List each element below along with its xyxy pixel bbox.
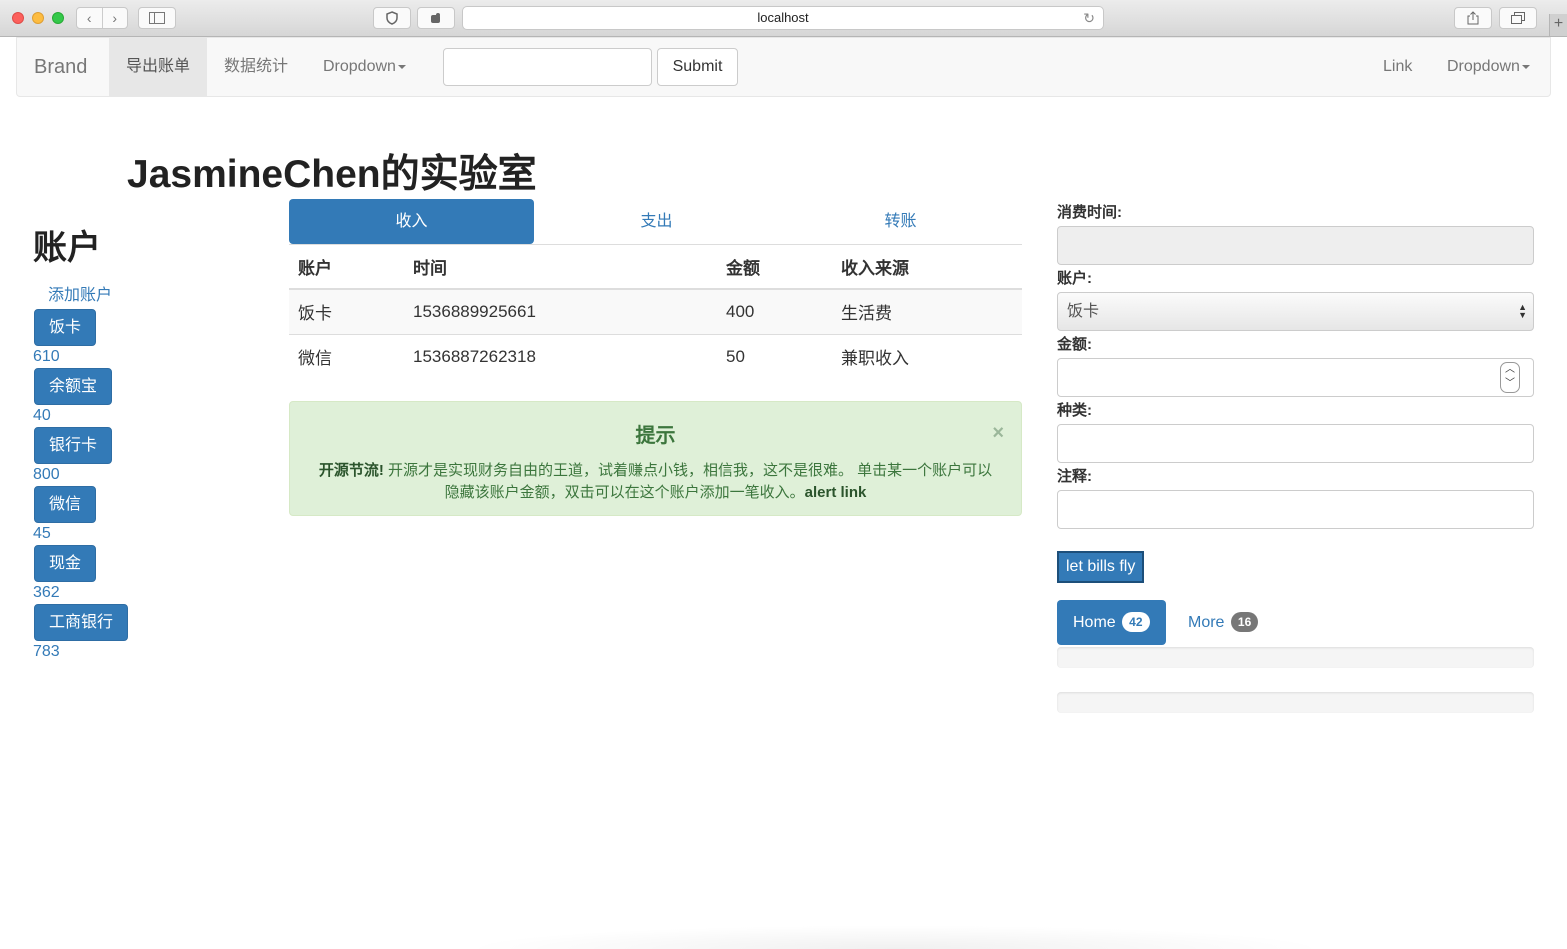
time-label: 消费时间: <box>1057 204 1122 221</box>
tab-expense[interactable]: 支出 <box>534 199 779 244</box>
table-header-row: 账户 时间 金额 收入来源 <box>289 245 1022 290</box>
table-cell: 1536887262318 <box>413 346 536 366</box>
note-field[interactable] <box>1057 490 1534 529</box>
column-header: 金额 <box>717 245 832 290</box>
nav-dropdown[interactable]: Dropdown <box>323 38 406 96</box>
account-button-cash[interactable]: 现金 <box>34 545 97 582</box>
reload-icon[interactable]: ↻ <box>1083 7 1095 29</box>
amount-field[interactable]: ︿ ﹀ <box>1057 358 1534 397</box>
caret-down-icon <box>397 64 406 69</box>
table-cell: 微信 <box>298 349 332 369</box>
table-cell: 400 <box>717 289 832 335</box>
amount-label: 金额: <box>1057 336 1092 353</box>
address-bar[interactable]: localhost ↻ <box>462 6 1104 30</box>
account-button-bankcard[interactable]: 银行卡 <box>34 427 113 464</box>
nav-link-label: Link <box>1383 58 1413 75</box>
account-amount[interactable]: 800 <box>33 466 60 484</box>
minimize-window-icon[interactable] <box>32 12 44 24</box>
alert-body: 开源节流! 开源才是实现财务自由的王道，试着赚点小钱，相信我，这不是很难。 单击… <box>316 460 996 504</box>
column-header: 收入来源 <box>832 245 1022 290</box>
progress-bar <box>1057 692 1534 713</box>
caret-down-icon <box>1521 64 1530 69</box>
nav-item-label: 导出账单 <box>125 58 190 75</box>
page-shadow <box>460 925 1330 949</box>
nav-link[interactable]: Link <box>1383 38 1412 96</box>
tab-income[interactable]: 收入 <box>289 199 534 244</box>
account-amount[interactable]: 783 <box>33 643 60 661</box>
submit-bill-button[interactable]: let bills fly <box>1057 551 1145 583</box>
account-amount[interactable]: 45 <box>33 525 51 543</box>
shield-icon[interactable] <box>373 7 411 29</box>
nav-item-label: Dropdown <box>1447 58 1520 75</box>
chevron-right-icon[interactable]: › <box>103 8 128 28</box>
account-button-fanka[interactable]: 饭卡 <box>34 309 97 346</box>
number-stepper-icon[interactable]: ︿ ﹀ <box>1500 362 1520 393</box>
account-select-value: 饭卡 <box>1067 303 1100 320</box>
sidebar-toggle-icon[interactable] <box>138 7 176 29</box>
maximize-window-icon[interactable] <box>52 12 64 24</box>
nav-item-export[interactable]: 导出账单 <box>109 38 207 96</box>
category-field[interactable] <box>1057 424 1534 463</box>
category-label: 种类: <box>1057 402 1092 419</box>
nav-item-label: Dropdown <box>323 58 396 75</box>
table-cell: 生活费 <box>832 289 1022 335</box>
navbar-search-input[interactable] <box>443 48 652 86</box>
tabs-overview-icon[interactable] <box>1499 7 1537 29</box>
page-title: JasmineChen的实验室 <box>127 153 537 196</box>
account-amount[interactable]: 362 <box>33 584 60 602</box>
transaction-tabs: 收入 支出 转账 <box>289 199 1022 245</box>
browser-toolbar: ‹ › localhost ↻ + <box>0 0 1567 37</box>
table-cell: 兼职收入 <box>841 349 909 369</box>
pill-label: Home <box>1073 614 1116 631</box>
history-nav: ‹ › <box>76 7 128 29</box>
table-cell: 饭卡 <box>289 289 404 335</box>
tab-transfer[interactable]: 转账 <box>778 199 1023 244</box>
account-amount[interactable]: 40 <box>33 407 51 425</box>
navbar-brand[interactable]: Brand <box>34 56 87 79</box>
select-arrows-icon: ▲ ▼ <box>1518 302 1527 320</box>
new-tab-icon[interactable]: + <box>1549 14 1567 36</box>
account-button-icbc[interactable]: 工商银行 <box>34 604 129 641</box>
nav-item-label: 数据统计 <box>223 58 288 75</box>
income-table: 账户 时间 金额 收入来源 饭卡 1536889925661 400 生活费 微… <box>289 245 1022 379</box>
alert-link[interactable]: alert link <box>805 484 867 501</box>
column-header: 时间 <box>404 245 717 290</box>
note-label: 注释: <box>1057 468 1092 485</box>
close-icon[interactable]: × <box>992 422 1004 445</box>
alert-strong: 开源节流! <box>318 462 384 479</box>
table-row: 饭卡 1536889925661 400 生活费 <box>289 289 1022 335</box>
account-button-yuebao[interactable]: 余额宝 <box>34 368 113 405</box>
accounts-heading: 账户 <box>33 229 101 267</box>
tip-alert: × 提示 开源节流! 开源才是实现财务自由的王道，试着赚点小钱，相信我，这不是很… <box>289 401 1022 516</box>
close-window-icon[interactable] <box>12 12 24 24</box>
pill-label: More <box>1188 614 1225 631</box>
table-cell: 1536889925661 <box>404 289 717 335</box>
add-account-link[interactable]: 添加账户 <box>48 281 112 305</box>
top-navbar: Brand 导出账单 数据统计 Dropdown Submit Link Dro… <box>16 37 1551 97</box>
share-icon[interactable] <box>1454 7 1492 29</box>
pill-home[interactable]: Home 42 <box>1057 600 1166 645</box>
time-field <box>1057 226 1534 265</box>
nav-right-dropdown[interactable]: Dropdown <box>1447 38 1530 96</box>
alert-text: 开源才是实现财务自由的王道，试着赚点小钱，相信我，这不是很难。 单击某一个账户可… <box>383 462 993 501</box>
pill-more[interactable]: More 16 <box>1172 600 1274 645</box>
progress-bar <box>1057 647 1534 668</box>
navbar-submit-button[interactable]: Submit <box>657 48 738 86</box>
badge-count: 16 <box>1230 612 1259 632</box>
account-amount[interactable]: 610 <box>33 348 60 366</box>
account-button-wechat[interactable]: 微信 <box>34 486 97 523</box>
account-label: 账户: <box>1057 270 1092 287</box>
badge-count: 42 <box>1122 612 1150 632</box>
column-header: 账户 <box>289 245 404 290</box>
url-text: localhost <box>757 10 809 25</box>
nav-item-statistics[interactable]: 数据统计 <box>207 38 305 96</box>
account-select[interactable]: 饭卡 ▲ ▼ <box>1057 292 1534 331</box>
alert-title: 提示 <box>635 425 676 447</box>
extension-icon[interactable] <box>417 7 455 29</box>
table-cell: 50 <box>726 346 745 366</box>
chevron-left-icon[interactable]: ‹ <box>77 8 103 28</box>
table-row: 微信 1536887262318 50 兼职收入 <box>289 334 1022 379</box>
